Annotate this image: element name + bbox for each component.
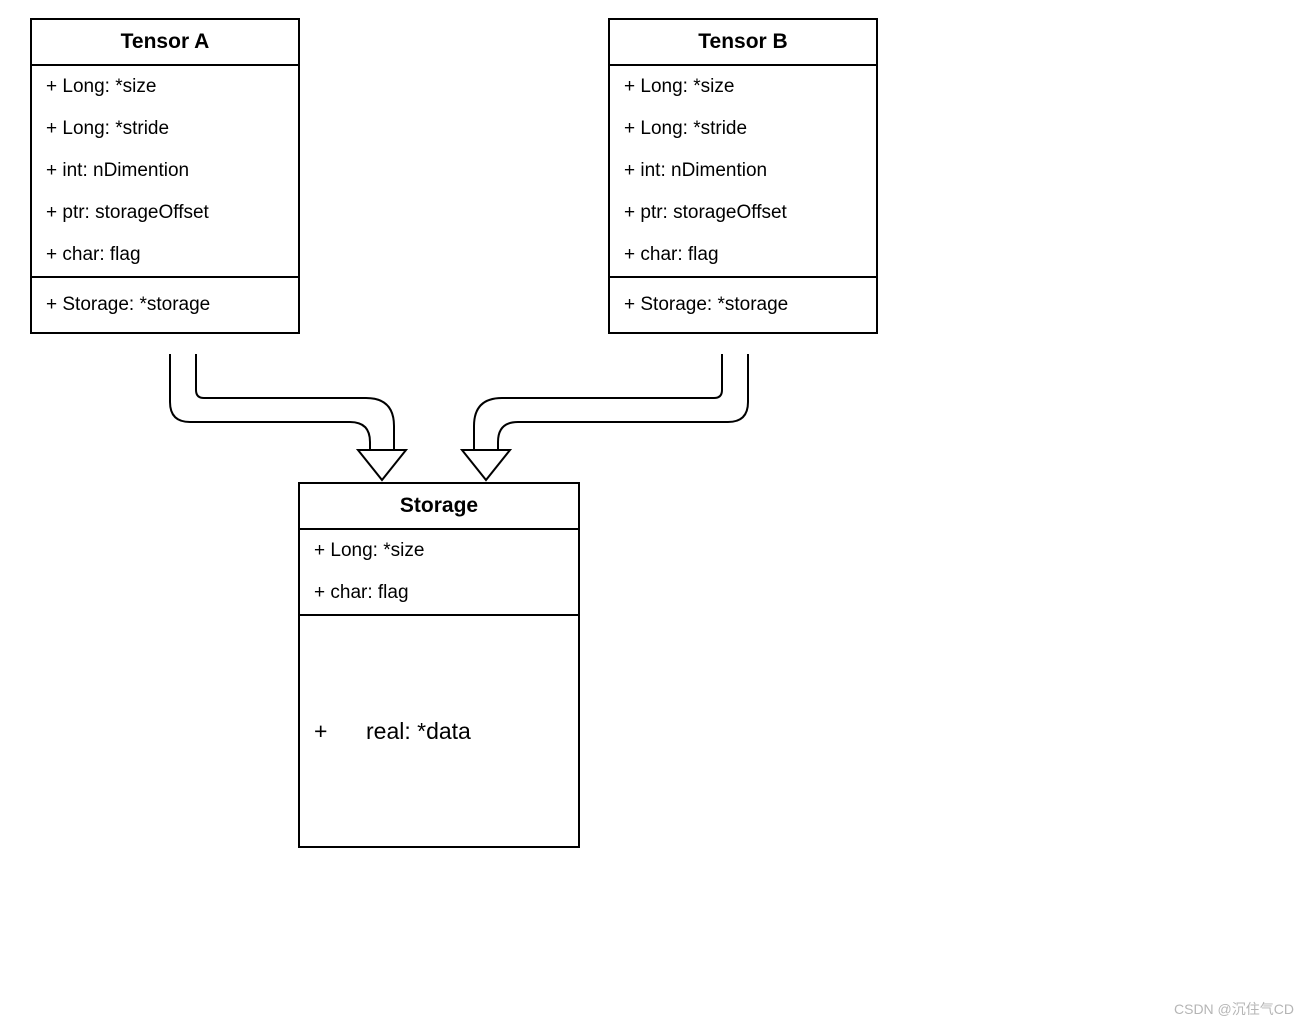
tensor-b-attrs: + Long: *size + Long: *stride + int: nDi… [610,66,876,278]
storage-attr: + char: flag [300,572,578,614]
tensor-a-attr: + char: flag [32,234,298,276]
tensor-b-attr: + ptr: storageOffset [610,192,876,234]
tensor-b-title: Tensor B [610,20,876,66]
tensor-a-attr: + Long: *size [32,66,298,108]
storage-box: Storage + Long: *size + char: flag + rea… [298,482,580,848]
tensor-b-storage-ref: + Storage: *storage [610,278,876,332]
tensor-b-box: Tensor B + Long: *size + Long: *stride +… [608,18,878,334]
tensor-b-attr: + Long: *stride [610,108,876,150]
tensor-a-box: Tensor A + Long: *size + Long: *stride +… [30,18,300,334]
storage-attrs: + Long: *size + char: flag [300,530,578,616]
tensor-b-storage-ref-section: + Storage: *storage [610,278,876,332]
storage-data-label: real: *data [366,718,471,745]
arrow-tensor-a-to-storage [170,354,406,480]
tensor-a-attr: + Long: *stride [32,108,298,150]
tensor-b-attr: + char: flag [610,234,876,276]
tensor-b-attr: + Long: *size [610,66,876,108]
storage-title: Storage [300,484,578,530]
tensor-a-attr: + ptr: storageOffset [32,192,298,234]
watermark: CSDN @沉住气CD [1174,999,1294,1019]
tensor-b-attr: + int: nDimention [610,150,876,192]
storage-data-attr: + real: *data [300,688,485,775]
storage-data-section: + real: *data [300,616,578,846]
tensor-a-attrs: + Long: *size + Long: *stride + int: nDi… [32,66,298,278]
tensor-a-storage-ref: + Storage: *storage [32,278,298,332]
storage-data-plus: + [314,718,366,745]
tensor-a-storage-ref-section: + Storage: *storage [32,278,298,332]
tensor-a-title: Tensor A [32,20,298,66]
tensor-a-attr: + int: nDimention [32,150,298,192]
arrow-tensor-b-to-storage [462,354,748,480]
storage-attr: + Long: *size [300,530,578,572]
